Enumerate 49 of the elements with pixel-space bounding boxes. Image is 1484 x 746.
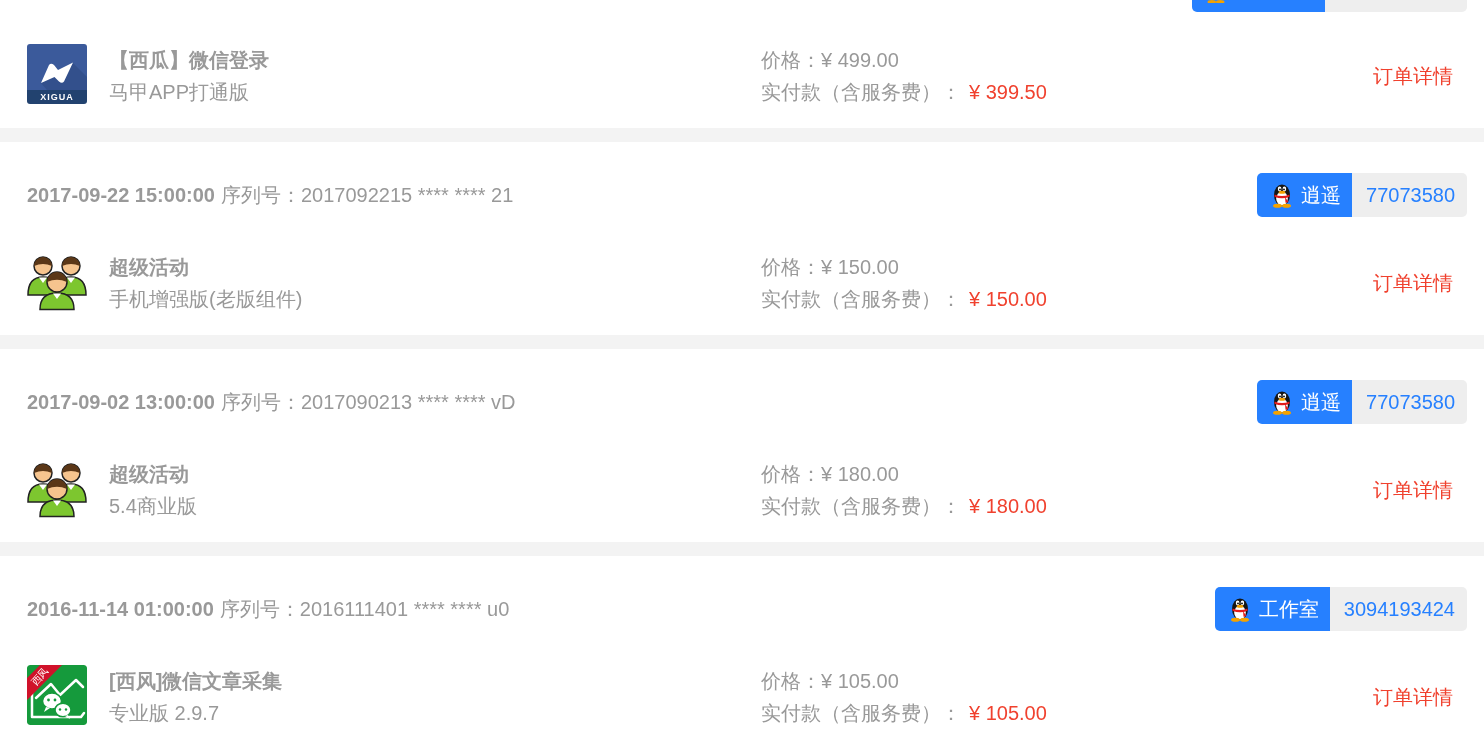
product-title: 【西瓜】微信登录 xyxy=(109,48,269,73)
product-edition: 手机增强版(老版组件) xyxy=(109,287,303,312)
price-label: 价格： xyxy=(761,255,821,280)
serial-number: 序列号：2016111401 **** **** u0 xyxy=(219,596,510,622)
serial-number: 序列号：2017090213 **** **** vD xyxy=(220,389,516,415)
price-value: ¥ 499.00 xyxy=(821,48,899,73)
product-title: [西风]微信文章采集 xyxy=(109,669,283,694)
price-label: 价格： xyxy=(761,462,821,487)
qq-number: 3094193424 xyxy=(1329,587,1467,631)
serial-number: 序列号：2017092215 **** **** 21 xyxy=(220,182,514,208)
price-value: ¥ 105.00 xyxy=(821,669,899,694)
product-edition: 5.4商业版 xyxy=(109,494,197,519)
product-title: 超级活动 xyxy=(109,255,190,280)
product-edition: 马甲APP打通版 xyxy=(109,80,251,105)
qq-chat-button[interactable]: 工作室 xyxy=(1214,587,1330,631)
price-value: ¥ 150.00 xyxy=(821,255,899,280)
logo-caption: XIGUA xyxy=(27,90,87,104)
paid-label: 实付款（含服务费）： xyxy=(761,287,961,312)
order-date: 2017-09-22 15:00:00 xyxy=(27,183,215,207)
order-details-link[interactable]: 订单详情 xyxy=(1373,683,1453,711)
penguin-icon xyxy=(1228,596,1251,622)
penguin-icon xyxy=(1271,182,1293,208)
paid-amount: ¥ 150.00 xyxy=(969,287,1047,312)
paid-amount: ¥ 105.00 xyxy=(969,701,1047,726)
paid-label: 实付款（含服务费）： xyxy=(761,494,961,519)
paid-amount: ¥ 399.50 xyxy=(969,80,1047,105)
order-date: 2017-09-02 13:00:00 xyxy=(27,390,215,414)
qq-number: 77073580 xyxy=(1352,173,1467,217)
paid-label: 实付款（含服务费）： xyxy=(761,701,961,726)
price-value: ¥ 180.00 xyxy=(821,462,899,487)
product-edition: 专业版 2.9.7 xyxy=(109,701,221,726)
penguin-feet-icon xyxy=(1205,0,1227,3)
paid-amount: ¥ 180.00 xyxy=(969,494,1047,519)
paid-label: 实付款（含服务费）： xyxy=(761,80,961,105)
price-label: 价格： xyxy=(761,48,821,73)
order-details-link[interactable]: 订单详情 xyxy=(1373,269,1453,297)
order-details-link[interactable]: 订单详情 xyxy=(1373,476,1453,504)
order-details-link[interactable]: 订单详情 xyxy=(1373,62,1453,90)
contact-badge[interactable] xyxy=(1192,0,1467,12)
chat-chart-icon xyxy=(27,665,87,725)
product-title: 超级活动 xyxy=(109,462,190,487)
lightning-logo-icon xyxy=(27,44,87,90)
qq-chat-button[interactable]: 逍遥 xyxy=(1257,173,1352,217)
penguin-icon xyxy=(1271,389,1293,415)
price-label: 价格： xyxy=(761,669,821,694)
qq-chat-button[interactable]: 逍遥 xyxy=(1257,380,1352,424)
order-date: 2016-11-14 01:00:00 xyxy=(27,597,214,621)
ribbon-label: 西风 xyxy=(29,666,51,688)
qq-number: 77073580 xyxy=(1352,380,1467,424)
